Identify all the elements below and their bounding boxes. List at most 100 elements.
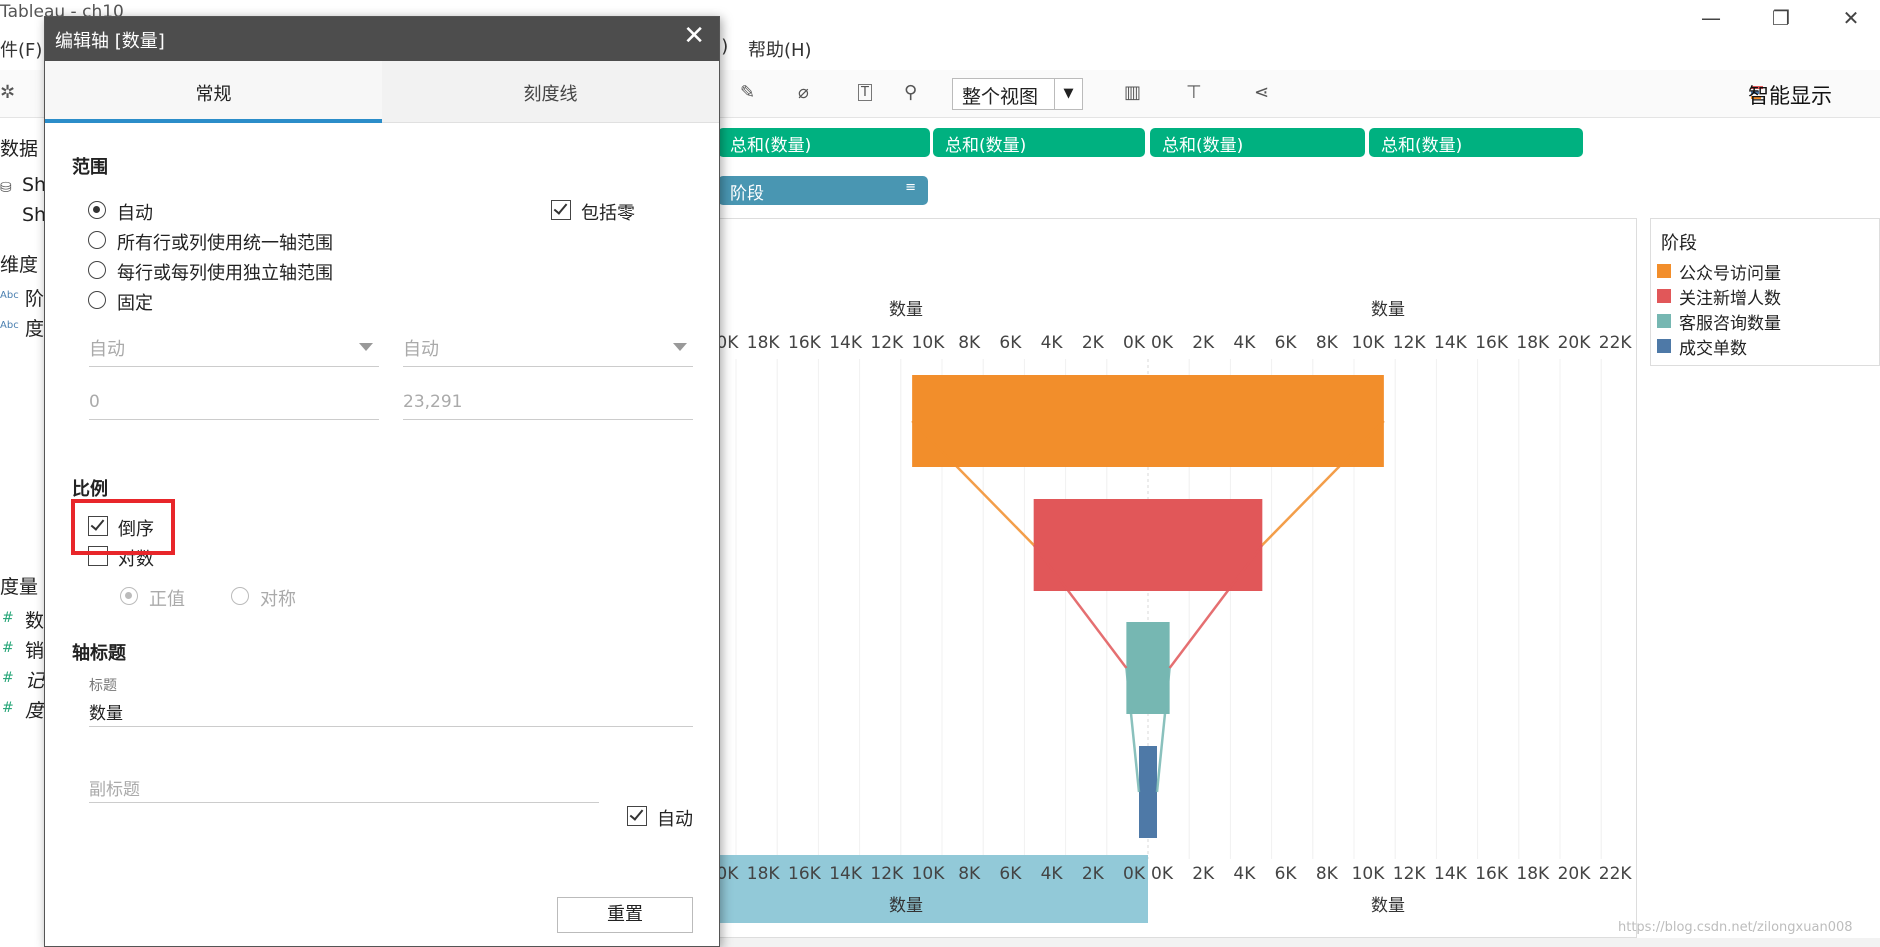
tick-label: 2K	[1082, 864, 1105, 884]
number-type-icon: #	[2, 700, 14, 716]
funnel-bar	[912, 375, 1384, 467]
highlight-icon[interactable]: ✎	[740, 82, 755, 103]
tick-label: 0K	[1151, 333, 1174, 353]
legend-swatch	[1657, 314, 1671, 328]
axis-title-input[interactable]: 数量	[89, 691, 693, 727]
pin-icon[interactable]: ⚲	[904, 82, 917, 103]
measure-field[interactable]: 销	[25, 636, 44, 663]
close-icon[interactable]: ✕	[683, 23, 705, 49]
number-type-icon: #	[2, 610, 14, 626]
legend-item[interactable]: 成交单数	[1657, 334, 1877, 359]
tab-tick-marks[interactable]: 刻度线	[382, 61, 719, 123]
checkbox[interactable]	[627, 806, 647, 826]
range-end-dropdown[interactable]: 自动	[403, 329, 693, 367]
legend-title: 阶段	[1661, 233, 1697, 254]
number-type-icon: #	[2, 640, 14, 656]
legend-item[interactable]: 客服咨询数量	[1657, 309, 1877, 334]
row-pill[interactable]: 阶段 ≡	[718, 176, 928, 205]
dialog-titlebar[interactable]: 编辑轴 [数量] ✕	[45, 17, 719, 61]
legend-label: 关注新增人数	[1679, 289, 1781, 309]
dialog-title: 编辑轴 [数量]	[55, 31, 165, 52]
checkbox[interactable]	[551, 200, 571, 220]
input-placeholder: 副标题	[89, 780, 140, 800]
range-start-dropdown[interactable]: 自动	[89, 329, 379, 367]
range-section-title: 范围	[72, 157, 108, 178]
radio-button[interactable]	[88, 291, 106, 309]
tick-label: 14K	[829, 864, 863, 884]
tick-label: 12K	[1393, 333, 1427, 353]
tick-label: 8K	[958, 333, 981, 353]
legend-item[interactable]: 公众号访问量	[1657, 259, 1877, 284]
data-source-item[interactable]: Sh	[22, 204, 46, 226]
sort-icon[interactable]: ≡	[905, 180, 916, 195]
text-label-icon[interactable]: T	[858, 84, 872, 101]
chevron-down-icon: ▼	[1054, 79, 1082, 109]
tick-label: 2K	[1082, 333, 1105, 353]
tick-label: 0K	[1151, 864, 1174, 884]
legend-item[interactable]: 关注新增人数	[1657, 284, 1877, 309]
card-view-icon[interactable]: ▥	[1124, 82, 1141, 103]
tableau-logo-icon[interactable]: ✲	[0, 82, 15, 103]
measure-field[interactable]: 数	[25, 606, 44, 633]
share-icon[interactable]: ⋖	[1254, 82, 1269, 103]
measure-field[interactable]: 记	[25, 666, 44, 693]
tick-label: 8K	[1316, 333, 1339, 353]
measure-field[interactable]: 度	[25, 696, 44, 723]
radio-label: 所有行或列使用统一轴范围	[117, 233, 333, 254]
show-me-button[interactable]: 智能显示	[1748, 80, 1832, 110]
string-type-icon: Abc	[0, 290, 19, 301]
axis-subtitle-input[interactable]: 副标题	[89, 767, 599, 803]
axis-title: 数量	[889, 896, 923, 916]
tick-label: 16K	[788, 333, 822, 353]
fit-view-dropdown[interactable]: 整个视图 ▼	[952, 78, 1083, 110]
range-start-input[interactable]: 0	[89, 384, 379, 420]
tick-label: 22K	[1599, 333, 1633, 353]
tick-label: 12K	[870, 864, 904, 884]
tick-label: 10K	[912, 333, 946, 353]
axis-title: 数量	[889, 300, 923, 320]
tick-label: 4K	[1233, 864, 1256, 884]
radio-button[interactable]	[88, 201, 106, 219]
tick-label: 6K	[999, 864, 1022, 884]
status-bar	[718, 938, 1880, 947]
radio-button[interactable]	[88, 261, 106, 279]
funnel-chart: 数量数量数量数量20K20K18K18K16K16K14K14K12K12K10…	[718, 300, 1633, 923]
reset-button[interactable]: 重置	[557, 897, 693, 933]
tick-label: 14K	[1434, 864, 1468, 884]
tick-label: 18K	[1516, 333, 1550, 353]
legend-label: 成交单数	[1679, 339, 1747, 359]
check-label: 自动	[657, 809, 693, 830]
menu-help[interactable]: 帮助(H)	[748, 36, 812, 62]
watermark: https://blog.csdn.net/zilongxuan008	[1618, 920, 1853, 935]
tick-label: 6K	[1275, 333, 1298, 353]
close-window-icon[interactable]: ✕	[1836, 6, 1866, 30]
tick-label: 8K	[1316, 864, 1339, 884]
tick-label: 8K	[958, 864, 981, 884]
column-pill[interactable]: 总和(数量)	[718, 128, 930, 157]
funnel-bar	[1126, 622, 1170, 714]
funnel-bar	[1139, 746, 1157, 838]
funnel-bar	[1033, 499, 1263, 591]
minimize-icon[interactable]: —	[1696, 6, 1726, 30]
menu-file[interactable]: 件(F)	[0, 36, 42, 62]
chart-area: 数量数量数量数量20K20K18K18K16K16K14K14K12K12K10…	[718, 218, 1637, 938]
dimension-field[interactable]: 度	[25, 314, 44, 341]
range-end-input[interactable]: 23,291	[403, 384, 693, 420]
maximize-icon[interactable]: ❐	[1766, 6, 1796, 30]
presentation-icon[interactable]: ⊤	[1186, 82, 1202, 103]
tick-label: 20K	[718, 333, 739, 353]
tick-label: 14K	[1434, 333, 1468, 353]
radio-label: 每行或每列使用独立轴范围	[117, 263, 333, 284]
tab-general[interactable]: 常规	[45, 61, 382, 123]
column-pill[interactable]: 总和(数量)	[933, 128, 1145, 157]
legend: 阶段 公众号访问量关注新增人数 客服咨询数量成交单数	[1650, 218, 1880, 366]
column-pill[interactable]: 总和(数量)	[1369, 128, 1583, 157]
column-pill[interactable]: 总和(数量)	[1150, 128, 1365, 157]
annotate-icon[interactable]: ⌀	[798, 82, 809, 103]
data-source-item[interactable]: Sh	[22, 174, 46, 196]
tick-label: 12K	[870, 333, 904, 353]
radio-label: 对称	[260, 589, 296, 610]
dimension-field[interactable]: 阶	[25, 284, 44, 311]
scale-section-title: 比例	[72, 479, 108, 500]
radio-button[interactable]	[88, 231, 106, 249]
